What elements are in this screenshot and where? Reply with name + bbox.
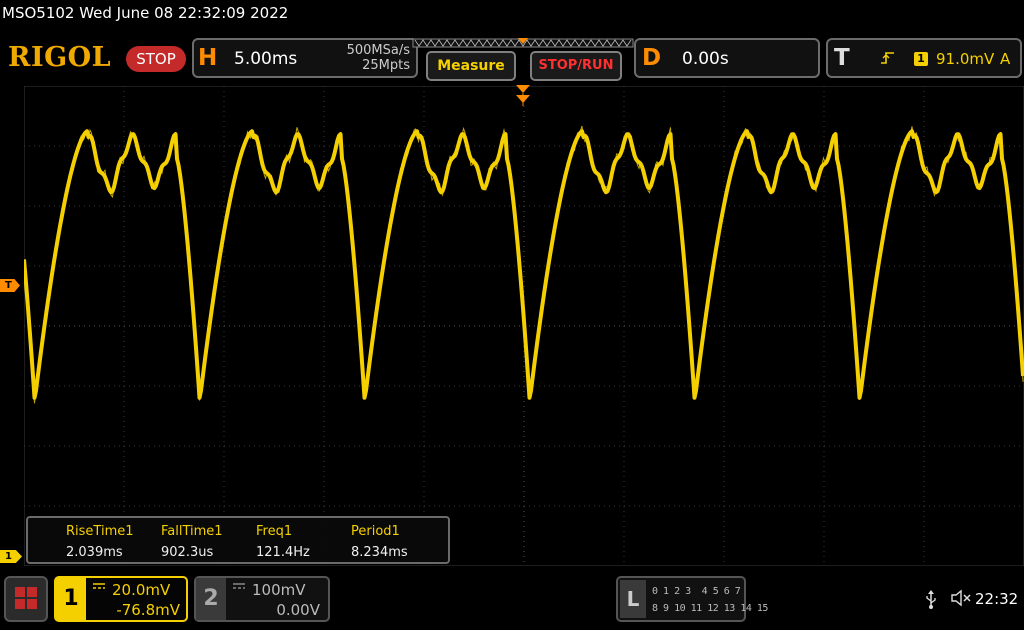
measurement-label: RiseTime1	[66, 524, 134, 539]
time-base: 5.00ms	[234, 49, 298, 69]
channel-1-badge: 1	[56, 578, 86, 620]
trigger-panel[interactable]: T 1 91.0mV A	[826, 38, 1022, 78]
rigol-logo: RIGOL	[8, 42, 112, 73]
measurement-item: RiseTime1 2.039ms	[66, 524, 162, 560]
trigger-time-marker[interactable]	[515, 84, 531, 106]
sample-rate: 500MSa/s	[346, 43, 410, 58]
logic-channels-row-1: 0 1 2 3 4 5 6 7	[652, 586, 741, 597]
channel-2-offset: 0.00V	[276, 601, 320, 619]
channel-2-panel[interactable]: 2 100mV 0.00V	[194, 576, 330, 622]
waveform-display[interactable]	[24, 86, 1024, 566]
horizontal-panel[interactable]: H 5.00ms 500MSa/s 25Mpts	[192, 38, 418, 78]
measurement-item: Period1 8.234ms	[351, 524, 447, 560]
logic-key: L	[620, 580, 646, 618]
measure-button[interactable]: Measure	[426, 51, 516, 81]
memory-depth: 25Mpts	[362, 58, 410, 73]
sample-info: 500MSa/s 25Mpts	[347, 43, 410, 73]
horizontal-key: H	[198, 45, 218, 71]
channel-1-panel[interactable]: 1 20.0mV -76.8mV	[54, 576, 188, 622]
dc-coupling-icon	[233, 583, 245, 589]
measurement-item: FallTime1 902.3us	[161, 524, 257, 560]
measurement-value: 2.039ms	[66, 545, 123, 560]
measurement-value: 902.3us	[161, 545, 214, 560]
menu-button[interactable]	[4, 576, 48, 622]
clock: 22:32	[975, 590, 1019, 608]
trigger-source-badge: 1	[914, 52, 928, 66]
trigger-level: 91.0mV	[936, 50, 995, 68]
channel-1-scale: 20.0mV	[112, 581, 171, 599]
measurement-value: 121.4Hz	[256, 545, 310, 560]
stop-run-button[interactable]: STOP/RUN	[530, 51, 622, 81]
measurement-label: Period1	[351, 524, 400, 539]
measurement-item: Freq1 121.4Hz	[256, 524, 352, 560]
ch1-ground-marker[interactable]: 1	[0, 550, 22, 563]
logic-analyzer-panel[interactable]: L 0 1 2 3 4 5 6 7 8 9 10 11 12 13 14 15	[616, 576, 768, 622]
mute-icon[interactable]	[950, 588, 972, 608]
logic-channels-row-2: 8 9 10 11 12 13 14 15	[652, 603, 768, 614]
memory-position-bar[interactable]	[412, 38, 634, 48]
rising-edge-icon	[881, 52, 894, 64]
channel-2-badge: 2	[196, 578, 226, 620]
trigger-key: T	[834, 45, 850, 71]
device-title: MSO5102 Wed June 08 22:32:09 2022	[2, 4, 289, 22]
usb-icon	[926, 590, 936, 609]
measurement-results[interactable]: RiseTime1 2.039ms FallTime1 902.3us Freq…	[26, 516, 450, 564]
channel-2-scale: 100mV	[252, 581, 306, 599]
measurement-label: FallTime1	[161, 524, 223, 539]
acquisition-status-badge: STOP	[126, 46, 186, 72]
dc-coupling-icon	[93, 583, 105, 589]
measurement-label: Freq1	[256, 524, 293, 539]
delay-panel[interactable]: D 0.00s	[634, 38, 820, 78]
measurement-value: 8.234ms	[351, 545, 408, 560]
channel-1-offset: -76.8mV	[116, 601, 180, 619]
delay-key: D	[642, 45, 662, 71]
trigger-level-marker[interactable]: T	[0, 279, 20, 292]
delay-value: 0.00s	[682, 49, 729, 69]
trigger-mode: A	[1000, 50, 1011, 68]
